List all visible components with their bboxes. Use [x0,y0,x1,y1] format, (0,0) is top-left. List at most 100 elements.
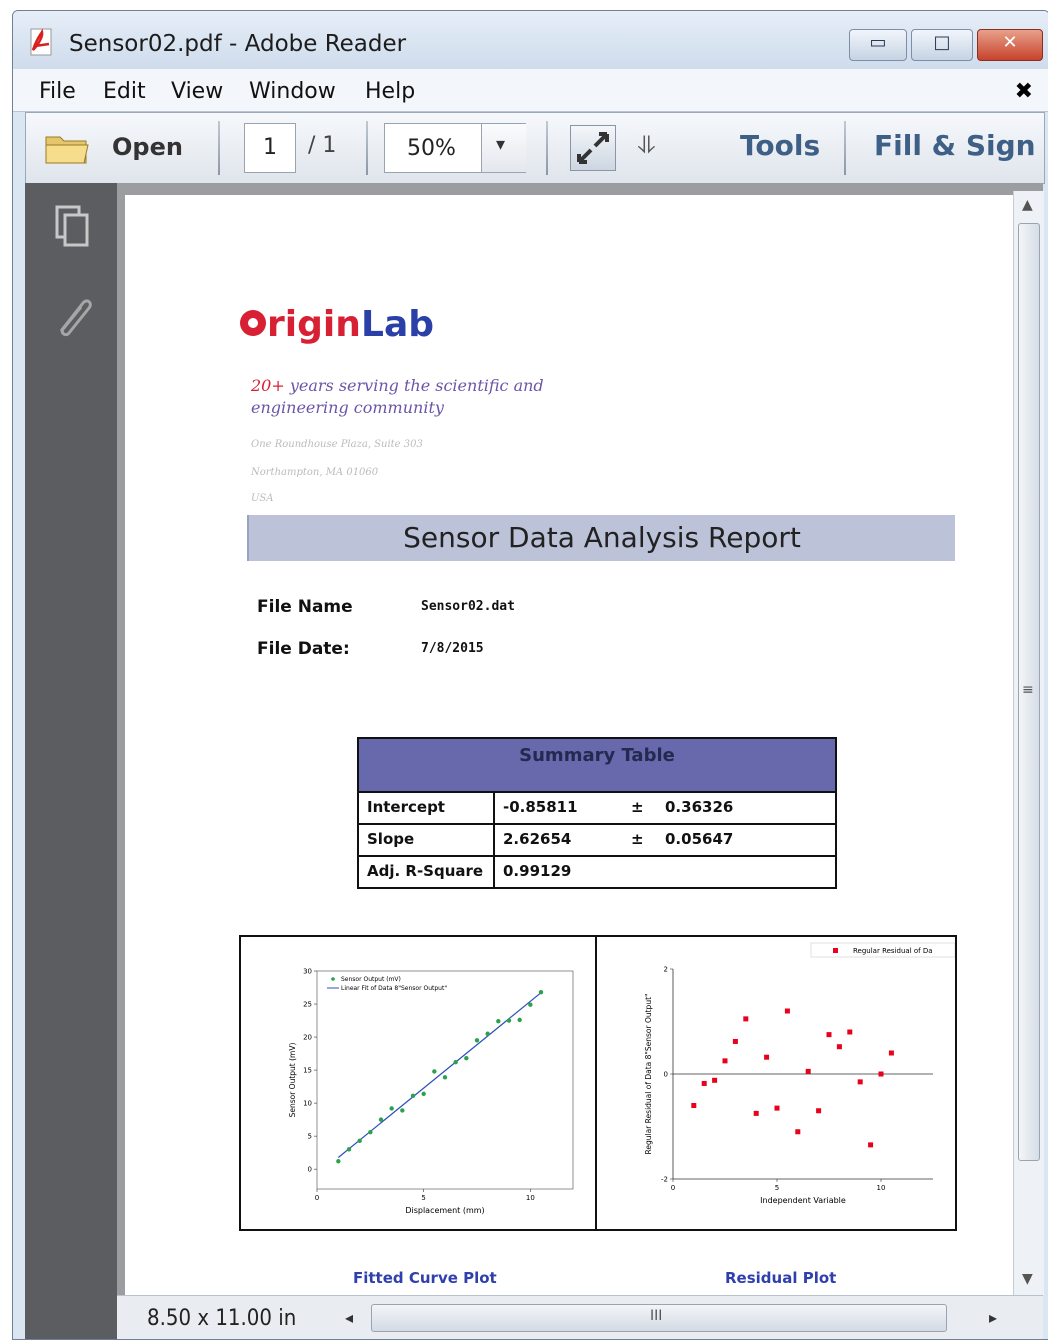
data-point [506,1018,512,1023]
residual-point [712,1077,718,1083]
residual-point [847,1029,853,1035]
chevron-down-icon: ▾ [496,134,506,155]
x-axis-label: Independent Variable [760,1196,846,1205]
y-tick-label: 30 [303,968,312,976]
data-point [474,1038,480,1043]
legend-label: Sensor Output (mV) [341,976,401,983]
residual-point [795,1129,801,1135]
grip-icon: ≡ [1022,682,1034,698]
data-point [538,989,544,995]
y-tick-label: 15 [303,1067,312,1075]
zoom-dropdown-button[interactable]: ▾ [481,124,526,172]
menu-edit[interactable]: Edit [103,79,146,104]
pdf-page: rigin Lab 20+ years serving the scientif… [125,195,1013,1295]
data-point [346,1147,352,1152]
data-point [432,1069,437,1074]
row-err: 0.05647 [665,830,734,848]
vertical-scroll-thumb[interactable]: ≡ [1018,223,1040,1161]
y-axis-label: Sensor Output (mV) [288,1043,297,1118]
row-value: 0.99129 [503,862,572,880]
data-point [453,1059,458,1065]
summary-table-title: Summary Table [519,745,675,766]
summary-table: Summary Table Intercept -0.85811 ± 0.363… [357,737,837,889]
report-title-banner: Sensor Data Analysis Report [247,515,955,561]
residual-point [857,1079,863,1085]
data-point [464,1056,469,1061]
y-tick-label: 5 [308,1133,312,1141]
y-tick-label: 20 [303,1034,312,1042]
maximize-icon: □ [933,32,951,53]
document-viewport[interactable]: rigin Lab 20+ years serving the scientif… [117,183,1043,1295]
svg-text:Lab: Lab [361,304,434,345]
table-row: Slope 2.62654 ± 0.05647 [359,825,835,857]
more-tools-icon[interactable]: ⥥ [638,131,655,159]
data-point [485,1031,490,1036]
scroll-down-icon[interactable]: ▼ [1022,1271,1033,1287]
fitted-curve-chart: 0 5 10 0 5 10 15 20 25 30 Displacement (mm) Sensor … [288,968,574,1215]
data-point [410,1093,416,1099]
status-bar: 8.50 x 11.00 in ◂ III ▸ [117,1295,1043,1339]
file-name-label: File Name [257,597,353,617]
menu-file[interactable]: File [39,79,76,104]
page-total: / 1 [308,133,337,158]
data-point [336,1159,341,1164]
address-line: USA [251,493,274,504]
minimize-button[interactable]: ▭ [849,29,907,61]
legend-marker [833,948,838,953]
grip-icon: III [650,1308,663,1324]
plot-frame [316,970,574,1190]
residual-point [732,1038,738,1044]
scroll-up-icon[interactable]: ▲ [1022,197,1033,213]
file-date-label: File Date: [257,639,350,659]
table-row: Intercept -0.85811 ± 0.36326 [359,793,835,825]
residual-point [764,1054,770,1060]
toolbar-separator [844,121,846,175]
close-button[interactable]: ✕ [977,29,1043,61]
vertical-scrollbar[interactable]: ▲ ≡ ▼ [1013,191,1044,1295]
originlab-logo: rigin Lab [240,304,434,345]
row-pm: ± [631,830,644,848]
data-point [389,1106,394,1111]
residual-point [888,1050,894,1056]
minimize-icon: ▭ [869,32,887,53]
residual-point [774,1105,780,1111]
toolbar-separator [366,121,368,175]
pdf-icon [30,28,52,56]
y-tick-label: 2 [664,966,668,974]
open-button[interactable]: Open [112,133,183,161]
residual-point [868,1142,874,1148]
paperclip-icon[interactable] [51,293,95,339]
scroll-left-icon[interactable]: ◂ [345,1308,353,1327]
fill-sign-button[interactable]: Fill & Sign [874,129,1036,162]
residual-point [722,1058,728,1064]
menu-view[interactable]: View [171,79,223,104]
file-name-value: Sensor02.dat [421,599,515,614]
row-pm: ± [631,798,644,816]
residual-caption: Residual Plot [725,1269,837,1287]
folder-icon[interactable] [44,129,90,167]
scroll-right-icon[interactable]: ▸ [989,1308,997,1327]
tools-button[interactable]: Tools [740,129,820,162]
fit-page-button[interactable] [570,125,616,171]
legend-marker [331,977,335,981]
horizontal-scroll-thumb[interactable]: III [371,1304,947,1332]
x-tick-label: 5 [421,1194,425,1202]
address-line: Northampton, MA 01060 [251,467,379,478]
data-point [368,1129,373,1135]
close-document-icon[interactable]: ✖ [1015,79,1033,104]
maximize-button[interactable]: □ [911,29,973,61]
pages-icon[interactable] [55,205,89,247]
page-number-input[interactable]: 1 [244,123,296,173]
zoom-select[interactable]: 50% ▾ [384,123,526,173]
expand-icon [577,132,609,164]
toolbar-separator [546,121,548,175]
x-tick-label: 5 [775,1184,779,1192]
residual-point [878,1071,884,1077]
menu-window[interactable]: Window [249,79,336,104]
navigation-panel [25,183,117,1339]
title-bar[interactable]: Sensor02.pdf - Adobe Reader ▭ □ ✕ [13,11,1048,69]
menu-bar: File Edit View Window Help ✖ [13,69,1048,112]
row-name: Slope [367,830,415,848]
y-tick-label: 25 [303,1001,312,1009]
menu-help[interactable]: Help [365,79,415,104]
